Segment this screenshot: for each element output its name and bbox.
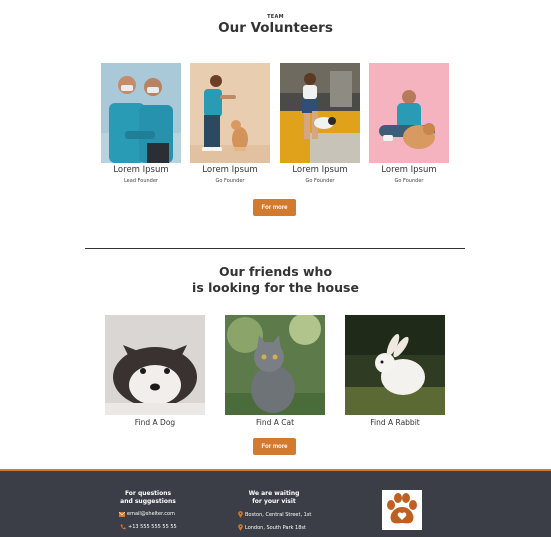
footer-questions-line2: and suggestions [120,498,176,505]
volunteer-card[interactable]: Lorem Ipsum Go Founder [190,63,270,184]
phone-icon [120,524,126,530]
pet-card-rabbit[interactable]: Find A Rabbit [345,315,445,427]
paw-icon [382,490,422,530]
footer-questions-title: For questions and suggestions [108,490,188,506]
mail-icon [119,511,125,517]
friends-title-line2: is looking for the house [192,280,359,295]
volunteer-role: Lead Founder [123,178,158,184]
pet-label: Find A Cat [255,418,295,427]
paw-logo [382,490,422,530]
volunteers-title: Our Volunteers [218,20,333,36]
volunteer-card[interactable]: Lorem Ipsum Go Founder [369,63,449,184]
volunteer-photo [190,63,270,163]
pet-card-cat[interactable]: Find A Cat [225,315,325,427]
volunteer-role: Go Founder [215,178,245,184]
location-pin-icon [238,524,243,531]
footer-address-1-text: Boston, Central Street, 1st [245,511,312,518]
footer-address-1: Boston, Central Street, 1st [238,511,311,518]
footer-address-2: London, South Park 18st [238,524,306,531]
footer-visit-line2: for your visit [252,498,296,505]
volunteer-card[interactable]: Lorem Ipsum Lead Founder [101,63,181,184]
section-divider [85,248,465,249]
pet-label: Find A Dog [134,418,176,427]
footer-phone-text: +13 555 555 55 55 [128,524,177,530]
volunteer-role: Go Founder [305,178,335,184]
cat-photo [225,315,325,415]
volunteer-name: Lorem Ipsum [202,165,258,175]
pet-card-dog[interactable]: Find A Dog [105,315,205,427]
friends-more-button[interactable]: For more [253,438,296,455]
dog-photo [105,315,205,415]
volunteer-name: Lorem Ipsum [381,165,437,175]
pet-label: Find A Rabbit [370,418,420,427]
footer-email-text: email@shelter.com [127,511,175,517]
footer-email[interactable]: email@shelter.com [119,511,175,517]
volunteers-more-button[interactable]: For more [253,199,296,216]
volunteer-photo [280,63,360,163]
volunteer-role: Go Founder [394,178,424,184]
friends-title: Our friends who is looking for the house [0,264,551,296]
rabbit-photo [345,315,445,415]
footer-visit-title: We are waiting for your visit [234,490,314,506]
footer-questions-line1: For questions [124,490,172,497]
volunteer-name: Lorem Ipsum [113,165,169,175]
location-pin-icon [238,511,243,518]
volunteer-photo [369,63,449,163]
footer-phone[interactable]: +13 555 555 55 55 [120,524,177,530]
footer-visit-line1: We are waiting [248,490,300,497]
volunteer-photo [101,63,181,163]
volunteer-card[interactable]: Lorem Ipsum Go Founder [280,63,360,184]
footer-address-2-text: London, South Park 18st [245,524,306,531]
friends-title-line1: Our friends who [218,264,333,279]
volunteer-name: Lorem Ipsum [292,165,348,175]
